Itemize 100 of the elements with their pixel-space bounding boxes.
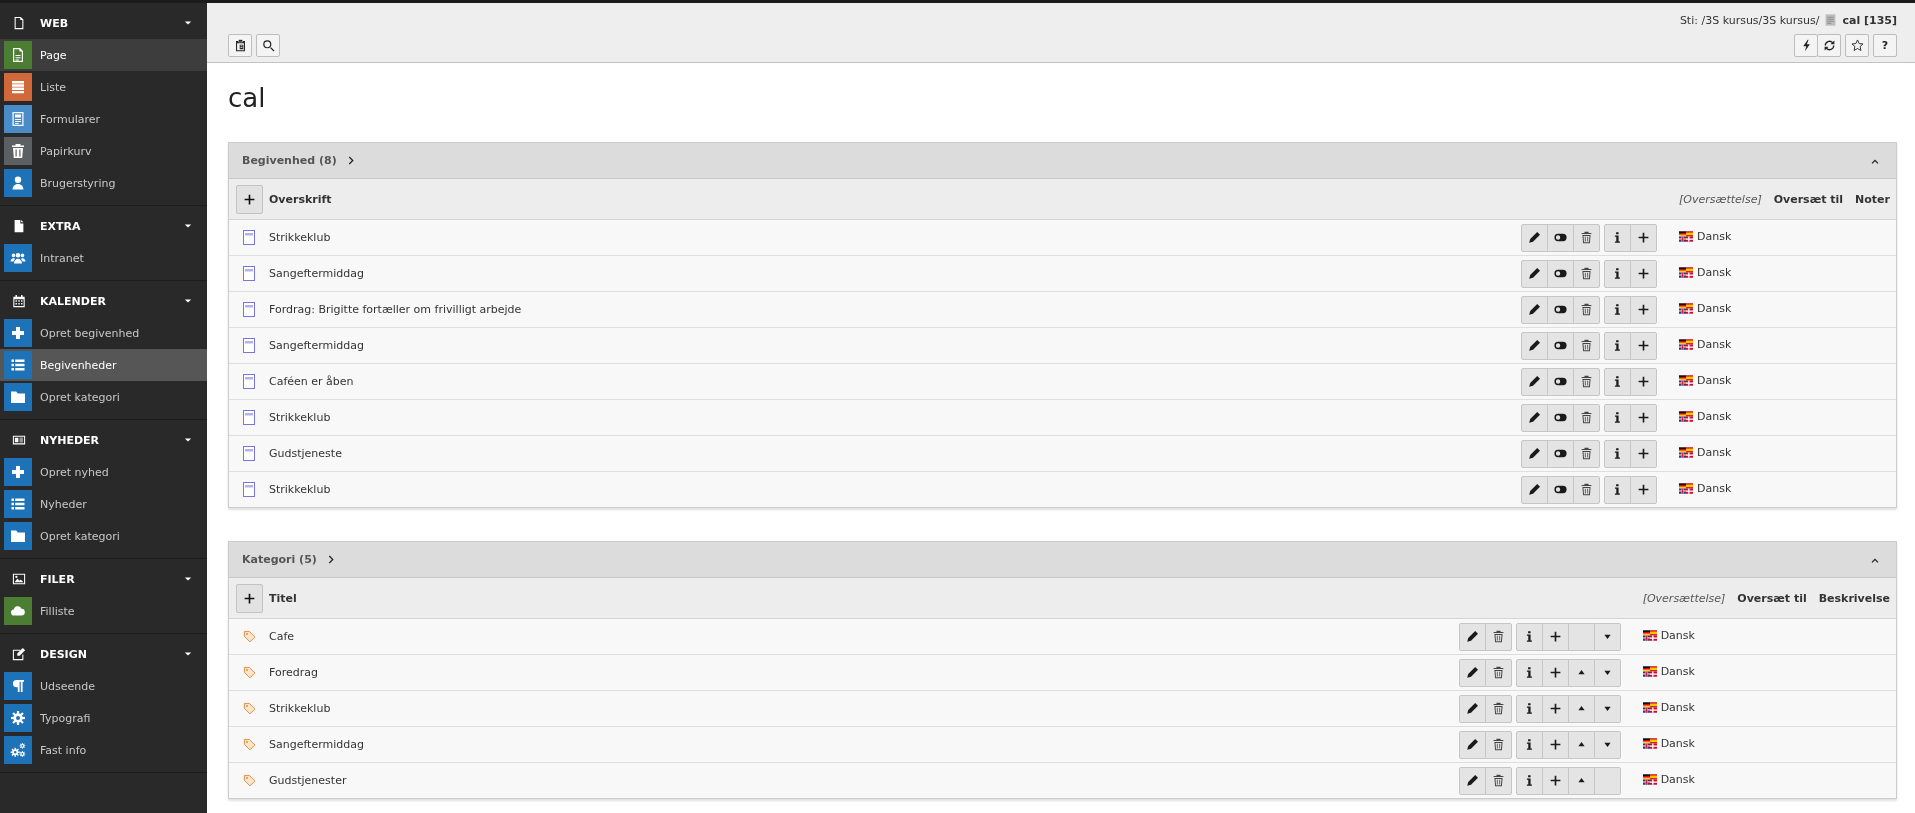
delete-button[interactable] [1484,766,1512,795]
section-title[interactable]: Kategori (5) [242,553,317,566]
delete-button[interactable] [1484,658,1512,687]
bookmark-button[interactable] [1845,34,1869,57]
help-button[interactable]: ? [1873,34,1897,57]
edit-button[interactable] [1521,475,1549,504]
info-button[interactable] [1604,259,1632,288]
record-title[interactable]: Strikkeklub [269,411,331,424]
info-button[interactable] [1604,367,1632,396]
new-record-button[interactable] [1630,439,1658,468]
new-record-button[interactable] [1541,622,1569,651]
module-group-title[interactable]: KALENDER [40,294,183,308]
sidebar-item[interactable]: Opret kategori [0,520,207,552]
new-record-button[interactable] [1630,475,1658,504]
delete-button[interactable] [1573,295,1601,324]
new-record-button[interactable] [1630,223,1658,252]
edit-button[interactable] [1458,694,1486,723]
info-button[interactable] [1604,295,1632,324]
hide-toggle-button[interactable] [1547,259,1575,288]
lightning-button[interactable] [1794,34,1818,57]
delete-button[interactable] [1573,223,1601,252]
edit-button[interactable] [1521,367,1549,396]
sidebar-item[interactable]: Intranet [0,242,207,274]
delete-button[interactable] [1573,259,1601,288]
delete-button[interactable] [1484,694,1512,723]
hide-toggle-button[interactable] [1547,223,1575,252]
edit-button[interactable] [1521,259,1549,288]
new-record-button[interactable] [1630,403,1658,432]
record-title[interactable]: Strikkeklub [269,483,331,496]
record-title[interactable]: Fordrag: Brigitte fortæller om frivilligt arbejde [269,303,522,316]
hide-toggle-button[interactable] [1547,295,1575,324]
info-button[interactable] [1515,622,1543,651]
record-title[interactable]: Cafe [269,630,295,643]
info-button[interactable] [1604,331,1632,360]
delete-button[interactable] [1573,475,1601,504]
sidebar-item[interactable]: Opret nyhed [0,456,207,488]
sidebar-item[interactable]: Typografi [0,702,207,734]
edit-button[interactable] [1458,766,1486,795]
edit-button[interactable] [1521,331,1549,360]
new-record-button[interactable] [1541,730,1569,759]
record-title[interactable]: Sangeftermiddag [269,339,364,352]
info-button[interactable] [1604,223,1632,252]
new-record-button[interactable] [1630,295,1658,324]
hide-toggle-button[interactable] [1547,331,1575,360]
record-title[interactable]: Sangeftermiddag [269,267,364,280]
hide-toggle-button[interactable] [1547,475,1575,504]
sidebar-item[interactable]: Opret begivenhed [0,317,207,349]
info-button[interactable] [1604,439,1632,468]
delete-button[interactable] [1573,331,1601,360]
info-button[interactable] [1604,403,1632,432]
sidebar-item[interactable]: Fast info [0,734,207,766]
module-group-title[interactable]: EXTRA [40,219,183,233]
refresh-button[interactable] [1817,34,1841,57]
record-title[interactable]: Strikkeklub [269,702,331,715]
record-title[interactable]: Gudstjeneste [269,447,342,460]
sidebar-item[interactable]: Udseende [0,670,207,702]
sidebar-item[interactable]: Formularer [0,103,207,135]
delete-button[interactable] [1573,439,1601,468]
sidebar-item[interactable]: Brugerstyring [0,167,207,199]
sidebar-item[interactable]: Nyheder [0,488,207,520]
record-title[interactable]: Gudstjenester [269,774,347,787]
info-button[interactable] [1515,730,1543,759]
clipboard-button[interactable] [228,34,252,57]
sidebar-item[interactable]: Filliste [0,595,207,627]
new-record-button[interactable] [236,583,263,613]
section-title[interactable]: Begivenhed (8) [242,154,337,167]
info-button[interactable] [1604,475,1632,504]
delete-button[interactable] [1484,622,1512,651]
info-button[interactable] [1515,658,1543,687]
sidebar-item[interactable]: Page [0,39,207,71]
info-button[interactable] [1515,766,1543,795]
new-record-button[interactable] [1630,259,1658,288]
info-button[interactable] [1515,694,1543,723]
record-title[interactable]: Foredrag [269,666,318,679]
new-record-button[interactable] [236,184,263,214]
sidebar-item[interactable]: Begivenheder [0,349,207,381]
edit-button[interactable] [1521,223,1549,252]
hide-toggle-button[interactable] [1547,367,1575,396]
sidebar-item[interactable]: Liste [0,71,207,103]
record-title[interactable]: Strikkeklub [269,231,331,244]
record-title[interactable]: Sangeftermiddag [269,738,364,751]
new-record-button[interactable] [1630,331,1658,360]
hide-toggle-button[interactable] [1547,403,1575,432]
delete-button[interactable] [1484,730,1512,759]
module-group-title[interactable]: WEB [40,16,183,30]
module-group-title[interactable]: FILER [40,572,183,586]
hide-toggle-button[interactable] [1547,439,1575,468]
new-record-button[interactable] [1541,766,1569,795]
edit-button[interactable] [1458,658,1486,687]
module-group-title[interactable]: DESIGN [40,647,183,661]
edit-button[interactable] [1521,439,1549,468]
record-title[interactable]: Caféen er åben [269,375,354,388]
new-record-button[interactable] [1541,694,1569,723]
search-button[interactable] [256,34,280,57]
edit-button[interactable] [1458,730,1486,759]
delete-button[interactable] [1573,403,1601,432]
sidebar-item[interactable]: Opret kategori [0,381,207,413]
module-group-title[interactable]: NYHEDER [40,433,183,447]
new-record-button[interactable] [1541,658,1569,687]
new-record-button[interactable] [1630,367,1658,396]
